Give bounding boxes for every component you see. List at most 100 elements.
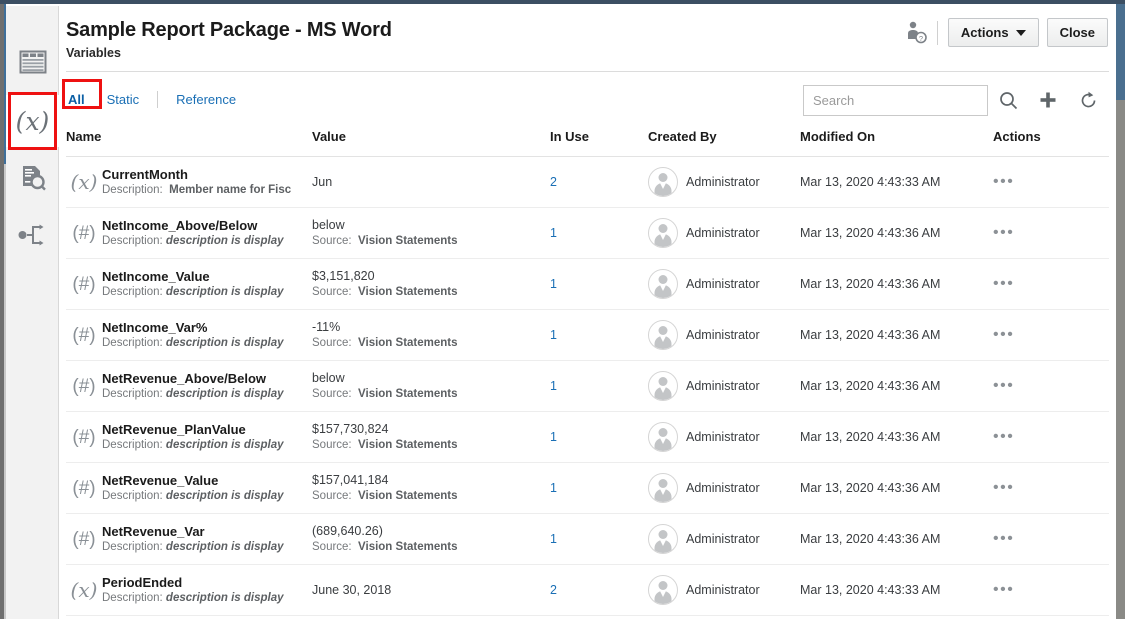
- close-button[interactable]: Close: [1046, 18, 1108, 47]
- tab-static[interactable]: Static: [105, 92, 142, 107]
- add-icon[interactable]: [1028, 84, 1068, 116]
- sidebar-item-report[interactable]: [6, 38, 59, 90]
- cell-in-use: 1: [550, 530, 648, 548]
- document-inspect-icon: [19, 164, 47, 197]
- search-icon[interactable]: [988, 84, 1028, 116]
- cell-modified-on: Mar 13, 2020 4:43:33 AM: [800, 175, 941, 189]
- cell-value: (689,640.26) Source: Vision Statements: [312, 523, 550, 555]
- refresh-icon[interactable]: [1068, 84, 1108, 116]
- created-by-name: Administrator: [686, 481, 760, 495]
- row-desc-label: Description:: [102, 387, 163, 400]
- page-subtitle: Variables: [66, 46, 121, 60]
- avatar: [648, 524, 678, 554]
- table-row[interactable]: (#) NetRevenue_Above/Below Description: de…: [66, 361, 1109, 412]
- variable-name: CurrentMonth: [102, 166, 188, 182]
- row-actions-menu-icon[interactable]: •••: [993, 581, 1014, 598]
- row-desc-value: description is display: [165, 387, 284, 400]
- in-use-link[interactable]: 1: [550, 532, 557, 546]
- row-actions-menu-icon[interactable]: •••: [993, 224, 1014, 241]
- cell-modified-on: Mar 13, 2020 4:43:36 AM: [800, 379, 941, 393]
- table-row[interactable]: (x) PeriodEnded Description: description i…: [66, 565, 1109, 616]
- created-by-name: Administrator: [686, 532, 760, 546]
- row-actions-menu-icon[interactable]: •••: [993, 530, 1014, 547]
- cell-created-by: Administrator: [648, 320, 800, 350]
- variable-name: NetIncome_Above/Below: [102, 217, 258, 233]
- table-header-row: Name Value In Use Created By Modified On…: [66, 126, 1109, 157]
- row-actions-menu-icon[interactable]: •••: [993, 326, 1014, 343]
- variable-value: below: [312, 218, 345, 232]
- variable-type-icon: (#): [72, 273, 96, 295]
- source-value: Vision Statements: [358, 541, 458, 553]
- cell-created-by: Administrator: [648, 524, 800, 554]
- table-row[interactable]: (#) NetRevenue_PlanValue Description: desc…: [66, 412, 1109, 463]
- sidebar: (x): [6, 6, 59, 619]
- window-top-border: [0, 0, 1125, 4]
- variable-type-icon: (x): [70, 170, 98, 194]
- row-actions-menu-icon[interactable]: •••: [993, 173, 1014, 190]
- in-use-link[interactable]: 1: [550, 328, 557, 342]
- vertical-scrollbar-thumb[interactable]: [1116, 4, 1125, 100]
- in-use-link[interactable]: 1: [550, 379, 557, 393]
- source-label: Source:: [312, 541, 352, 553]
- in-use-link[interactable]: 1: [550, 481, 557, 495]
- column-header-modified-on[interactable]: Modified On: [800, 126, 993, 144]
- cell-modified-on: Mar 13, 2020 4:43:36 AM: [800, 328, 941, 342]
- cell-name: (#) NetIncome_Value Description: descripti…: [66, 269, 312, 300]
- actions-button[interactable]: Actions: [947, 18, 1039, 47]
- row-actions-menu-icon[interactable]: •••: [993, 428, 1014, 445]
- cell-actions: •••: [993, 428, 1113, 446]
- variable-source: Source: Vision Statements: [312, 386, 550, 402]
- cell-created-by: Administrator: [648, 371, 800, 401]
- variable-name: NetRevenue_Value: [102, 472, 219, 488]
- variable-name: PeriodEnded: [102, 574, 183, 590]
- row-desc-value: description is display: [165, 285, 284, 298]
- sidebar-item-inspect[interactable]: [6, 154, 59, 206]
- name-block: NetRevenue_Value Description: description…: [102, 473, 284, 504]
- tab-all[interactable]: All: [66, 92, 87, 107]
- variable-value: $157,041,184: [312, 473, 389, 487]
- table-row[interactable]: (x) CurrentMonth Description: Member name …: [66, 157, 1109, 208]
- row-actions-menu-icon[interactable]: •••: [993, 377, 1014, 394]
- cell-in-use: 1: [550, 428, 648, 446]
- column-header-created-by[interactable]: Created By: [648, 126, 800, 144]
- table-row[interactable]: (#) NetIncome_Var% Description: descriptio…: [66, 310, 1109, 361]
- variable-description: Description: description is display: [102, 489, 284, 504]
- in-use-link[interactable]: 1: [550, 226, 557, 240]
- in-use-link[interactable]: 2: [550, 175, 557, 189]
- in-use-link[interactable]: 1: [550, 430, 557, 444]
- variable-type-icon: (#): [72, 477, 96, 499]
- variable-value: $157,730,824: [312, 422, 389, 436]
- table-row[interactable]: (#) NetIncome_Value Description: descripti…: [66, 259, 1109, 310]
- page-title: Sample Report Package - MS Word: [66, 19, 392, 41]
- sidebar-item-workflow[interactable]: [6, 211, 59, 263]
- cell-modified-on: Mar 13, 2020 4:43:36 AM: [800, 532, 941, 546]
- variable-value: -11%: [312, 320, 341, 334]
- cell-name: (#) NetIncome_Above/Below Description: des…: [66, 218, 312, 249]
- cell-in-use: 1: [550, 224, 648, 242]
- variable-source: Source: Vision Statements: [312, 437, 550, 453]
- table-row[interactable]: (#) NetIncome_Above/Below Description: des…: [66, 208, 1109, 259]
- name-block: NetIncome_Var% Description: description i…: [102, 320, 284, 351]
- tab-reference[interactable]: Reference: [174, 92, 238, 107]
- header-actions: ? Actions Close: [905, 18, 1108, 47]
- variable-value: below: [312, 371, 345, 385]
- row-desc-label: Description:: [102, 438, 163, 451]
- avatar: [648, 422, 678, 452]
- avatar: [648, 371, 678, 401]
- source-value: Vision Statements: [358, 286, 458, 298]
- row-actions-menu-icon[interactable]: •••: [993, 479, 1014, 496]
- source-value: Vision Statements: [358, 337, 458, 349]
- row-actions-menu-icon[interactable]: •••: [993, 275, 1014, 292]
- table-row[interactable]: (#) NetRevenue_Var Description: descriptio…: [66, 514, 1109, 565]
- column-header-value[interactable]: Value: [312, 126, 550, 144]
- user-badge-icon[interactable]: ?: [905, 21, 927, 45]
- main-panel: Sample Report Package - MS Word Variable…: [60, 5, 1109, 619]
- in-use-link[interactable]: 2: [550, 583, 557, 597]
- column-header-name[interactable]: Name: [66, 126, 312, 144]
- table-row[interactable]: (#) NetRevenue_Value Description: descript…: [66, 463, 1109, 514]
- search-input[interactable]: [803, 84, 988, 116]
- cell-name: (#) NetRevenue_Above/Below Description: de…: [66, 371, 312, 402]
- column-header-in-use[interactable]: In Use: [550, 126, 648, 144]
- created-by-name: Administrator: [686, 328, 760, 342]
- in-use-link[interactable]: 1: [550, 277, 557, 291]
